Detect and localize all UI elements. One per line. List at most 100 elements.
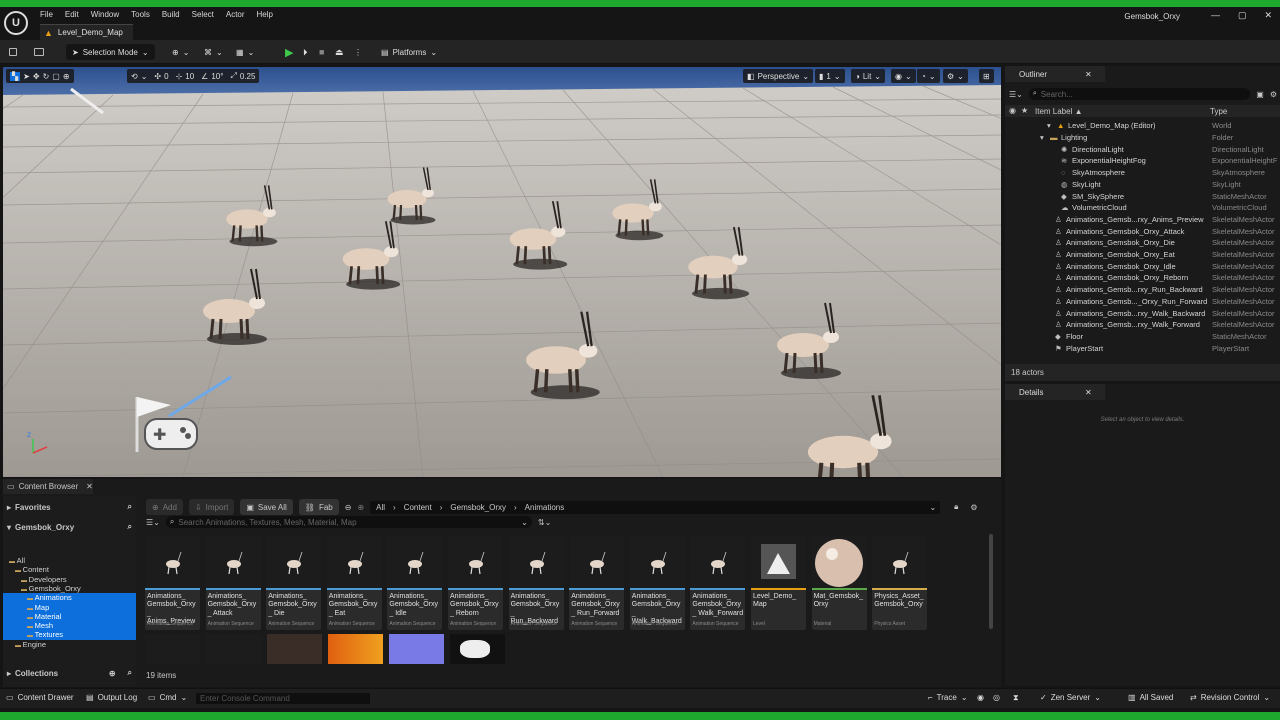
outliner-row[interactable]: ♙ Animations_Gemsb...rxy_Run_Backward Skel… xyxy=(1005,284,1280,296)
collections-header[interactable]: ▸ Collections ⊕ ⌕ xyxy=(7,668,132,678)
fab-button[interactable]: ⛓ Fab xyxy=(298,499,339,515)
breadcrumb-animations[interactable]: Animations xyxy=(525,503,565,512)
folder-tree-item[interactable]: ▬ All xyxy=(3,556,136,566)
asset-tile[interactable]: Animations_ Gemsbok_Orxy_ Reborn Animatio… xyxy=(448,536,503,630)
add-button[interactable]: ⊕ Add xyxy=(146,499,183,515)
asset-tile[interactable]: Mat_Gemsbok_ Orxy Material xyxy=(811,536,867,630)
outliner-row[interactable]: ♙ Animations_Gemsb...rxy_Anims_Preview Ske… xyxy=(1005,214,1280,226)
outliner-row[interactable]: ✺ DirectionalLight DirectionalLight xyxy=(1005,143,1280,155)
asset-tile[interactable]: Animations_ Gemsbok_Orxy_ Run_Forward Ani… xyxy=(569,536,625,630)
content-drawer-button[interactable]: ▭ Content Drawer xyxy=(6,693,74,702)
rotate-tool-icon[interactable]: ↻ xyxy=(43,72,50,81)
breadcrumb-content[interactable]: Content xyxy=(404,503,432,512)
outliner-row[interactable]: ⚑ PlayerStart PlayerStart xyxy=(1005,342,1280,354)
folder-tree-item[interactable]: ▬ Map xyxy=(3,602,136,612)
texture-tile[interactable] xyxy=(267,634,322,664)
settings-icon[interactable]: ⚙ xyxy=(970,503,977,512)
asset-tile[interactable]: Animations_ Gemsbok_Orxy_ Die Animation S… xyxy=(266,536,322,630)
menu-window[interactable]: Window xyxy=(85,10,125,20)
folder-tree-item[interactable]: ▬ Developers xyxy=(3,575,136,585)
step-icon[interactable]: ⏵ xyxy=(303,44,308,60)
add-collection-icon[interactable]: ⊕ xyxy=(109,669,116,678)
outliner-row[interactable]: ◍ SkyLight SkyLight xyxy=(1005,179,1280,191)
show-button[interactable]: ◉ ⌄ xyxy=(891,69,916,83)
sort-icon[interactable]: ⇅⌄ xyxy=(538,518,551,527)
asset-tile[interactable]: Physics_Asset_ Gemsbok_Orxy Physics Asset xyxy=(872,536,928,630)
stop-icon[interactable]: ■ xyxy=(319,44,324,60)
texture-tile[interactable] xyxy=(389,634,444,664)
menu-actor[interactable]: Actor xyxy=(220,10,251,20)
snap-controls[interactable]: ⟲ ⌄ ✣ 0 ⊹ 10 ∠ 10° ⤢ 0.25 xyxy=(127,69,260,83)
breadcrumb-all[interactable]: All xyxy=(376,503,385,512)
transform-tools[interactable]: ▚ ➤ ✥ ↻ ▢ ⊕ xyxy=(6,69,74,83)
menu-edit[interactable]: Edit xyxy=(59,10,85,20)
texture-tile[interactable] xyxy=(328,634,383,664)
outliner-row[interactable]: ♙ Animations_Gemsb...rxy_Walk_Forward Skel… xyxy=(1005,319,1280,331)
search-icon[interactable]: ⌕ xyxy=(128,668,132,678)
blueprint-icon[interactable]: ⌘ ⌄ xyxy=(204,44,223,60)
platforms-button[interactable]: ▤ Platforms ⌄ xyxy=(381,44,437,60)
settings-button[interactable]: ⚙ ⌄ xyxy=(943,69,968,83)
save-all-button[interactable]: ▣ Save All xyxy=(240,499,293,515)
column-type[interactable]: Type xyxy=(1210,107,1227,116)
menu-help[interactable]: Help xyxy=(251,10,279,20)
history-forward-icon[interactable]: ⊕ xyxy=(357,503,364,512)
asset-grid-scrollbar[interactable] xyxy=(989,534,993,629)
expand-arrow-icon[interactable]: ▾ xyxy=(1047,121,1051,130)
folder-tree-item[interactable]: ▬ Mesh xyxy=(3,621,136,631)
tab-level-map[interactable]: ▲ Level_Demo_Map xyxy=(40,24,133,40)
lit-button[interactable]: ◑ Lit ⌄ xyxy=(851,69,885,83)
menu-build[interactable]: Build xyxy=(156,10,186,20)
favorites-header[interactable]: ▸ Favorites ⌕ xyxy=(7,502,132,512)
asset-tile[interactable]: Level_Demo_ Map Level xyxy=(751,536,806,630)
breadcrumb-gemsbok[interactable]: Gemsbok_Orxy xyxy=(450,503,506,512)
outliner-row[interactable]: ◌ SkyAtmosphere SkyAtmosphere xyxy=(1005,167,1280,179)
selection-mode-button[interactable]: ➤ Selection Mode ⌄ xyxy=(66,44,155,60)
import-button[interactable]: ⇩ Import xyxy=(188,499,235,515)
outliner-row[interactable]: ♙ Animations_Gemsb..._Orxy_Run_Forward Ske… xyxy=(1005,296,1280,308)
view-mode-button[interactable]: ◧ Perspective ⌄ xyxy=(743,69,814,83)
performance-button[interactable]: ◔ ⌄ xyxy=(917,69,940,83)
console-input[interactable]: Enter Console Command xyxy=(196,693,370,704)
all-saved-button[interactable]: ▥ All Saved xyxy=(1128,693,1173,702)
asset-tile[interactable]: Animations_ Gemsbok_Orxy_ Run_Backward An… xyxy=(508,536,564,630)
outliner-row[interactable]: ♙ Animations_Gemsbok_Orxy_Idle SkeletalMes… xyxy=(1005,260,1280,272)
asset-tile[interactable]: Animations_ Gemsbok_Orxy_ Attack Animatio… xyxy=(205,536,261,630)
world-space-icon[interactable]: ⊕ xyxy=(63,72,70,81)
camera-speed-button[interactable]: ▮ 1 ⌄ xyxy=(815,69,845,83)
play-options-icon[interactable]: ⋮ xyxy=(354,44,362,60)
folder-tree-item[interactable]: ▬ Textures xyxy=(3,630,136,640)
level-viewport[interactable]: ✚ z xyxy=(3,67,1001,477)
lock-icon[interactable]: 🔒︎ xyxy=(954,502,958,512)
add-actor-icon[interactable]: ⊕ ⌄ xyxy=(172,44,189,60)
eject-icon[interactable]: ⏏ xyxy=(335,44,344,60)
layout-button[interactable]: ⊞ xyxy=(979,69,994,83)
folder-tree-item[interactable]: ▬ Content xyxy=(3,565,136,575)
save-icon[interactable] xyxy=(9,44,17,60)
output-log-button[interactable]: ▤ Output Log xyxy=(86,693,137,702)
unreal-logo-icon[interactable]: U xyxy=(4,11,28,35)
browse-icon[interactable] xyxy=(34,44,44,60)
folder-tree-item[interactable]: ▬ Gemsbok_Orxy xyxy=(3,584,136,594)
viewport-menu-icon[interactable]: ▚ xyxy=(10,71,21,81)
search-icon[interactable]: ⌕ xyxy=(128,522,132,532)
close-icon[interactable]: ✕ xyxy=(1264,10,1272,21)
asset-tile[interactable]: Animations_ Gemsbok_Orxy_ Walk_Forward An… xyxy=(690,536,746,630)
asset-tile[interactable]: Animations_ Gemsbok_Orxy_ Walk_Backward A… xyxy=(629,536,685,630)
outliner-row[interactable]: ♙ Animations_Gemsbok_Orxy_Eat SkeletalMesh… xyxy=(1005,249,1280,261)
outliner-row[interactable]: ♙ Animations_Gemsb...rxy_Walk_Backward Ske… xyxy=(1005,307,1280,319)
asset-tile[interactable] xyxy=(145,634,200,664)
folder-tree-item[interactable]: ▬ Engine xyxy=(3,640,136,650)
chevron-down-icon[interactable]: ⌄ xyxy=(929,503,936,512)
outliner-row[interactable]: ♙ Animations_Gemsbok_Orxy_Reborn SkeletalM… xyxy=(1005,272,1280,284)
asset-tile[interactable]: Animations_ Gemsbok_Orxy_ Idle Animation … xyxy=(387,536,443,630)
settings-icon[interactable]: ⚙ xyxy=(1270,90,1277,99)
camera-record-icon[interactable]: ◎ xyxy=(993,693,1000,702)
minimize-icon[interactable]: — xyxy=(1211,10,1220,21)
asset-tile[interactable]: Animations_ Gemsbok_Orxy_ Eat Animation S… xyxy=(326,536,382,630)
close-icon[interactable]: ✕ xyxy=(86,482,93,491)
filter-icon[interactable]: ☰⌄ xyxy=(1009,90,1023,99)
select-tool-icon[interactable]: ➤ xyxy=(23,72,30,81)
texture-tile[interactable] xyxy=(450,634,505,664)
cinematics-icon[interactable]: ▦ ⌄ xyxy=(236,44,254,60)
